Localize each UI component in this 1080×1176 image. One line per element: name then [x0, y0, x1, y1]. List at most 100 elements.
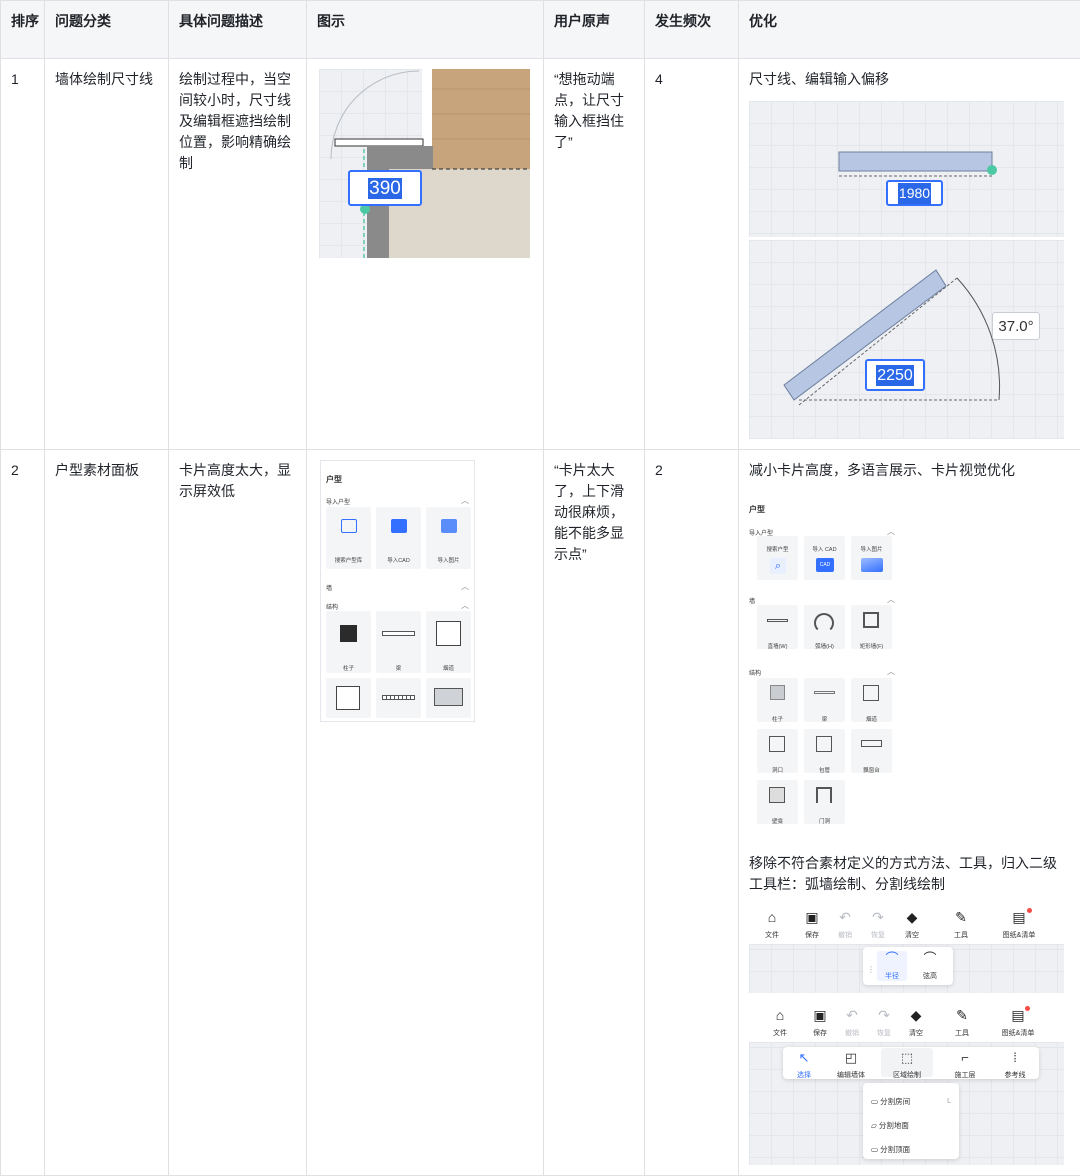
arc-chord-button[interactable]: ⌒弦高 — [915, 951, 945, 987]
menu-item-split-ceiling[interactable]: ▭ 分割顶面 — [871, 1139, 910, 1160]
new-card-doorway[interactable]: 门洞 — [804, 780, 845, 824]
flue-icon — [436, 621, 461, 646]
optimization-text: 减小卡片高度，多语言展示、卡片视觉优化 — [749, 460, 1070, 481]
toolbar-file[interactable]: ⌂文件 — [757, 909, 787, 946]
beam-icon — [382, 631, 415, 636]
category-cell: 户型素材面板 — [45, 450, 169, 1176]
straight-wall-icon — [767, 619, 788, 622]
doorway-icon — [816, 787, 832, 803]
old-card-search[interactable]: 搜索户型库 — [326, 507, 371, 569]
toolbar-clear[interactable]: ◆清空 — [897, 909, 927, 946]
old-card-flue[interactable]: 烟道 — [426, 611, 471, 673]
toolbar-drawings[interactable]: ▤图纸&清单 — [995, 1007, 1041, 1044]
new-material-panel: 户型 导入户型 ︿ 搜索户型 ⌕ 导入 CAD CAD 导入图片 墙 ︿ — [749, 495, 901, 835]
new-card-pipe[interactable]: 包管 — [804, 729, 845, 773]
toolbar-clear[interactable]: ◆清空 — [901, 1007, 931, 1044]
header-category: 问题分类 — [45, 1, 169, 59]
new-card-search[interactable]: 搜索户型 ⌕ — [757, 536, 798, 580]
toolbar-redo[interactable]: ↷恢复 — [863, 909, 893, 946]
toolbar-save[interactable]: ▣保存 — [805, 1007, 835, 1044]
new-card-flue[interactable]: 烟道 — [851, 678, 892, 722]
arc-sub-toolbar: ⋮ ⌒半径 ⌒弦高 — [863, 947, 953, 985]
toolbar-file[interactable]: ⌂文件 — [765, 1007, 795, 1044]
edit-wall-button[interactable]: ◰编辑墙体 — [833, 1050, 869, 1086]
old-card-opening[interactable] — [326, 678, 371, 718]
opening-icon — [336, 686, 360, 710]
new-card-beam[interactable]: 梁 — [804, 678, 845, 722]
old-panel-title: 户型 — [326, 469, 342, 490]
niche-icon — [434, 688, 463, 706]
area-draw-icon: ⬚ — [881, 1050, 933, 1065]
new-panel-title: 户型 — [749, 499, 765, 520]
new-card-straight-wall[interactable]: 直墙(W) — [757, 605, 798, 649]
arc-radius-button[interactable]: ⌒半径 — [877, 951, 907, 981]
angled-dimension-input[interactable]: 2250 — [865, 359, 925, 391]
reference-line-button[interactable]: ⁞参考线 — [997, 1050, 1033, 1086]
old-card-niche[interactable] — [426, 678, 471, 718]
document-icon: ▤ — [996, 909, 1042, 925]
search-icon: ⌕ — [770, 558, 786, 574]
edit-wall-icon: ◰ — [833, 1050, 869, 1065]
toolbar-undo[interactable]: ↶撤销 — [837, 1007, 867, 1044]
arc-wall-icon — [814, 613, 834, 633]
shortcut-label: L — [947, 1091, 951, 1112]
menu-item-split-room[interactable]: ▭ 分割房间 — [871, 1091, 910, 1112]
old-section-wall: 墙 — [326, 579, 332, 600]
drag-handle-icon[interactable]: ⋮ — [867, 959, 875, 980]
alcove-icon — [769, 787, 785, 803]
optimization-text-2: 移除不符合素材定义的方式方法、工具，归入二级工具栏：弧墙绘制、分割线绘制 — [749, 853, 1067, 895]
floor-icon: ▱ — [871, 1121, 879, 1130]
ceiling-icon: ▭ — [871, 1145, 880, 1154]
toolbar-redo[interactable]: ↷恢复 — [869, 1007, 899, 1044]
arc-chord-icon: ⌒ — [915, 951, 945, 966]
old-card-pillar[interactable]: 柱子 — [326, 611, 371, 673]
old-card-pipe[interactable] — [376, 678, 421, 718]
old-card-cad[interactable]: 导入CAD — [376, 507, 421, 569]
toolbar-tools[interactable]: ✎工具 — [947, 1007, 977, 1044]
document-icon: ▤ — [995, 1007, 1041, 1023]
angle-input[interactable]: 37.0° — [992, 312, 1040, 340]
straight-dimension-input[interactable]: 1980 — [886, 180, 943, 206]
layer-icon: ⌐ — [947, 1050, 983, 1065]
toolbar: ⌂文件 ▣保存 ↶撤销 ↷恢复 ◆清空 ✎工具 ▤图纸&清单 — [749, 905, 1064, 945]
room-icon: ▭ — [871, 1097, 880, 1106]
dimension-input[interactable]: 390 — [348, 170, 422, 206]
header-description: 具体问题描述 — [169, 1, 307, 59]
wrench-icon: ✎ — [947, 1007, 977, 1023]
arc-radius-icon: ⌒ — [877, 951, 907, 966]
new-card-rect-wall[interactable]: 矩形墙(F) — [851, 605, 892, 649]
new-card-bay-window[interactable]: 飘窗台 — [851, 729, 892, 773]
toolbar-drawings[interactable]: ▤图纸&清单 — [996, 909, 1042, 946]
area-draw-button[interactable]: ⬚区域绘制 — [881, 1048, 933, 1077]
new-card-pillar[interactable]: 柱子 — [757, 678, 798, 722]
optimization-cell: 减小卡片高度，多语言展示、卡片视觉优化 户型 导入户型 ︿ 搜索户型 ⌕ 导入 … — [739, 450, 1080, 1176]
optimization-text: 尺寸线、编辑输入偏移 — [749, 69, 1070, 90]
header-illustration: 图示 — [307, 1, 544, 59]
toolbar-undo[interactable]: ↶撤销 — [830, 909, 860, 946]
new-card-cad[interactable]: 导入 CAD CAD — [804, 536, 845, 580]
search-icon — [341, 519, 357, 533]
select-button[interactable]: ↖选择 — [791, 1050, 817, 1086]
new-card-arc-wall[interactable]: 弧墙(H) — [804, 605, 845, 649]
old-card-beam[interactable]: 梁 — [376, 611, 421, 673]
old-card-image[interactable]: 导入图片 — [426, 507, 471, 569]
construction-layer-button[interactable]: ⌐施工层 — [947, 1050, 983, 1086]
angled-wall-screenshot: 2250 37.0° — [749, 240, 1064, 439]
new-card-opening[interactable]: 洞口 — [757, 729, 798, 773]
toolbar-save[interactable]: ▣保存 — [797, 909, 827, 946]
beam-icon — [814, 691, 835, 694]
redo-icon: ↷ — [869, 1007, 899, 1023]
image-icon — [441, 519, 457, 533]
notification-dot — [1025, 1006, 1030, 1011]
new-card-alcove[interactable]: 壁龛 — [757, 780, 798, 824]
file-icon: ⌂ — [765, 1007, 795, 1023]
dimension-value: 390 — [368, 178, 402, 199]
toolbar-tools[interactable]: ✎工具 — [946, 909, 976, 946]
menu-item-split-floor[interactable]: ▱ 分割地面 — [871, 1115, 909, 1136]
collapse-icon[interactable]: ︿ — [461, 576, 469, 597]
header-frequency: 发生频次 — [645, 1, 739, 59]
optimization-cell: 尺寸线、编辑输入偏移 1980 225 — [739, 59, 1080, 450]
old-material-panel: 户型 导入户型 ︿ 搜索户型库 导入CAD 导入图片 墙 ︿ 结构 ︿ — [320, 460, 475, 722]
cad-icon — [391, 519, 407, 533]
new-card-image[interactable]: 导入图片 — [851, 536, 892, 580]
